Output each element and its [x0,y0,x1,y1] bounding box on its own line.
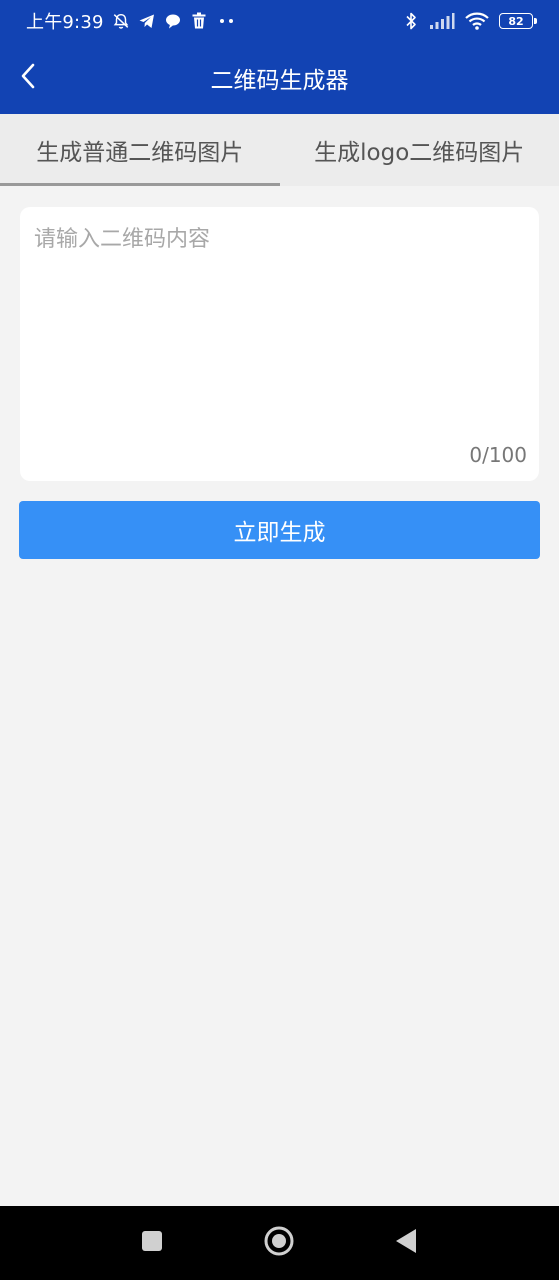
back-arrow-icon [18,62,38,94]
trash-icon [190,12,208,30]
page-title: 二维码生成器 [210,68,349,94]
status-bar-left: 上午9:39 [26,8,238,34]
tab-bar: 生成普通二维码图片 生成logo二维码图片 [0,114,559,186]
back-button[interactable] [8,56,48,100]
home-button[interactable] [244,1206,314,1280]
nav-back-button[interactable] [371,1206,441,1280]
app-bar: 二维码生成器 [0,42,559,114]
back-triangle-icon [394,1228,418,1258]
system-nav-bar [0,1206,559,1280]
telegram-icon [138,12,156,30]
status-bar: 上午9:39 82 [0,0,559,42]
tab-logo-qr[interactable]: 生成logo二维码图片 [280,114,559,186]
recents-square-icon [141,1230,163,1256]
wifi-icon [464,12,490,30]
recents-button[interactable] [117,1206,187,1280]
char-counter: 0/100 [469,443,527,467]
chat-bubble-icon [164,12,182,30]
bluetooth-icon [402,12,420,30]
more-dots-icon [216,12,238,30]
battery-icon: 82 [499,13,537,29]
generate-button[interactable]: 立即生成 [19,501,540,559]
signal-icon [429,12,455,30]
tab-normal-qr[interactable]: 生成普通二维码图片 [0,114,280,186]
battery-level: 82 [508,14,524,28]
qr-content-input[interactable] [20,207,539,481]
home-circle-icon [263,1225,295,1261]
status-bar-right: 82 [402,12,537,30]
content-input-card: 0/100 [20,207,539,481]
status-time: 上午9:39 [26,12,104,33]
bell-off-icon [112,12,130,30]
